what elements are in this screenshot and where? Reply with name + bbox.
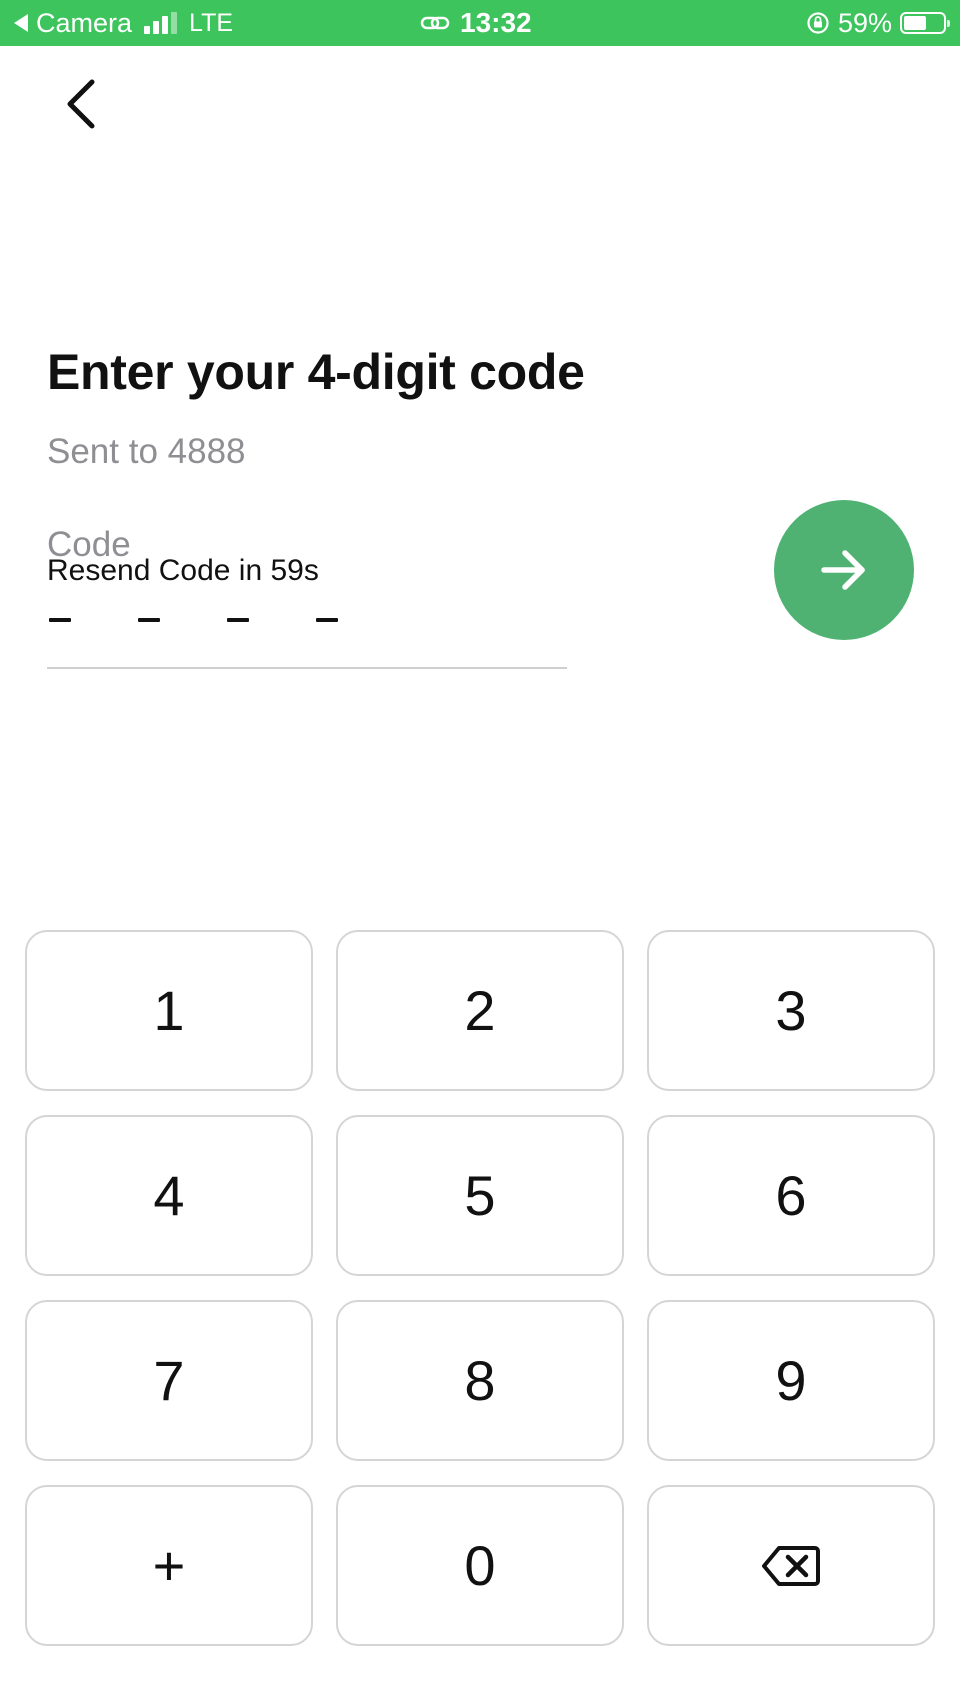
battery-level [904, 16, 926, 30]
key-7[interactable]: 7 [25, 1300, 313, 1461]
key-0[interactable]: 0 [336, 1485, 624, 1646]
arrow-right-icon [821, 550, 865, 590]
signal-strength-icon [144, 12, 178, 34]
key-2[interactable]: 2 [336, 930, 624, 1091]
key-3[interactable]: 3 [647, 930, 935, 1091]
next-button[interactable] [774, 500, 914, 640]
network-type: LTE [189, 8, 234, 37]
resend-code-label: Resend Code in 59s [47, 554, 319, 587]
chevron-left-icon [67, 79, 95, 129]
key-4[interactable]: 4 [25, 1115, 313, 1276]
key-plus[interactable]: + [25, 1485, 313, 1646]
back-button[interactable] [58, 76, 106, 132]
link-icon [420, 16, 450, 30]
code-slot-3 [227, 618, 249, 622]
orientation-lock-icon [807, 12, 829, 34]
battery-cap [947, 20, 950, 27]
key-5[interactable]: 5 [336, 1115, 624, 1276]
status-bar-right: 59% [806, 6, 950, 40]
battery-percent: 59% [837, 7, 892, 38]
battery-icon [900, 12, 950, 34]
key-6[interactable]: 6 [647, 1115, 935, 1276]
code-slot-1 [49, 618, 71, 622]
key-9[interactable]: 9 [647, 1300, 935, 1461]
status-bar-center: 13:32 [420, 6, 532, 40]
code-slot-2 [138, 618, 160, 622]
key-1[interactable]: 1 [25, 930, 313, 1091]
key-8[interactable]: 8 [336, 1300, 624, 1461]
backspace-icon [762, 1545, 820, 1586]
numeric-keypad: 1 2 3 4 5 6 7 8 9 + 0 [25, 930, 935, 1646]
code-slot-4 [316, 618, 338, 622]
back-to-app-label[interactable]: Camera [36, 8, 132, 39]
status-bar-left: Camera LTE [14, 6, 233, 40]
key-backspace[interactable] [647, 1485, 935, 1646]
code-input[interactable] [47, 600, 567, 640]
page-title: Enter your 4-digit code [47, 344, 585, 400]
sent-to-label: Sent to 4888 [47, 432, 246, 471]
back-to-app-icon[interactable] [14, 14, 28, 32]
clock: 13:32 [460, 7, 532, 38]
code-input-underline [47, 667, 567, 669]
status-bar: Camera LTE 13:32 59% [0, 0, 960, 46]
